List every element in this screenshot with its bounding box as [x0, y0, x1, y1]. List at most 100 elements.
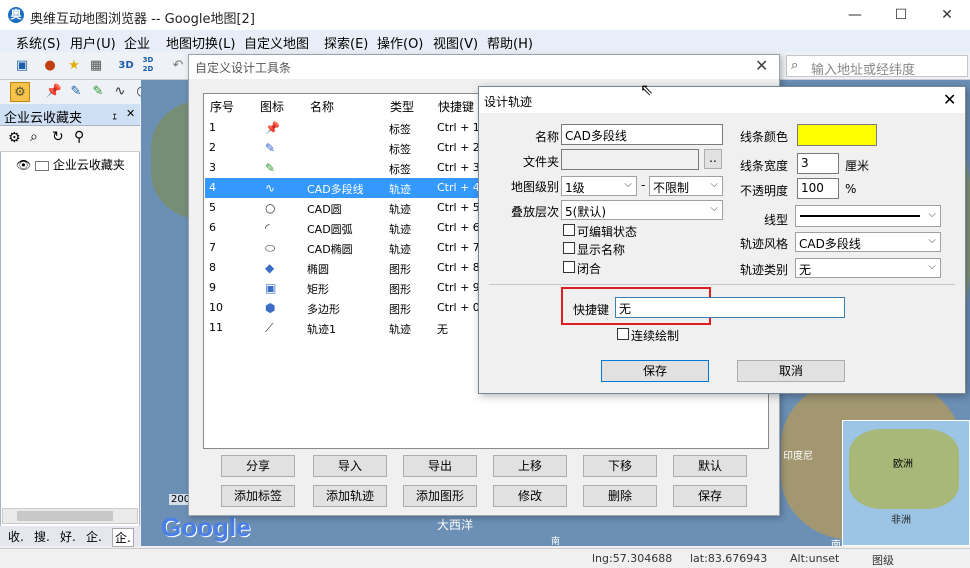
row-name: 轨迹1	[307, 323, 336, 336]
add-track-button[interactable]: 添加轨迹	[313, 485, 387, 507]
share-button[interactable]: 分享	[221, 455, 295, 477]
move-up-button[interactable]: 上移	[493, 455, 567, 477]
menu-user[interactable]: 用户(U)	[70, 33, 116, 52]
pin-yellow-icon[interactable]: 📌	[44, 82, 64, 102]
menu-map-switch[interactable]: 地图切换(L)	[166, 33, 235, 52]
tab-enterprise[interactable]: 企.	[86, 528, 102, 545]
map-label: 印度尼	[783, 451, 813, 462]
menu-custom-map[interactable]: 自定义地图	[244, 33, 309, 52]
editable-label: 可编辑状态	[577, 225, 638, 239]
name-input[interactable]: CAD多段线	[561, 124, 723, 145]
map-label: 大西洋	[437, 518, 474, 532]
layer-label: 叠放层次	[510, 205, 559, 219]
row-name: CAD圆	[307, 203, 342, 216]
left-panel-tools: ⚙ ⌕ ↻ ⚲	[0, 126, 140, 152]
show-name-checkbox[interactable]	[563, 242, 575, 254]
refresh-icon[interactable]: ↻	[52, 129, 64, 145]
search-icon[interactable]: ⌕	[30, 129, 38, 145]
import-button[interactable]: 导入	[313, 455, 387, 477]
polygon-shape-icon: ⬢	[265, 301, 276, 315]
row-no: 6	[209, 221, 216, 234]
opacity-input[interactable]: 100	[797, 178, 839, 199]
row-name: 椭圆	[307, 263, 329, 276]
row-type: 轨迹	[389, 223, 411, 236]
row-shortcut: Ctrl + 1	[437, 121, 480, 134]
minimize-button[interactable]: —	[832, 0, 878, 30]
row-type: 轨迹	[389, 183, 411, 196]
track-category-select[interactable]: 无 ⌵	[795, 258, 941, 278]
star-icon[interactable]: ★	[64, 56, 84, 76]
menu-operate[interactable]: 操作(O)	[377, 33, 423, 52]
design-toolbar-icon[interactable]: ⚙	[10, 82, 30, 102]
shortcut-input[interactable]: 无	[615, 297, 845, 318]
close-dialog-button[interactable]: ✕	[943, 90, 956, 109]
opacity-unit: %	[845, 182, 857, 196]
menu-enterprise[interactable]: 企业	[124, 33, 150, 52]
folder-input[interactable]	[561, 149, 699, 170]
row-shortcut: Ctrl + 7	[437, 241, 480, 254]
settings-icon[interactable]: ⚙	[8, 130, 21, 146]
map-level-max-select[interactable]: 不限制 ⌵	[649, 176, 723, 196]
close-panel-icon[interactable]: ✕	[126, 107, 135, 120]
pin-panel-icon[interactable]: ｪ	[112, 107, 118, 123]
folder-browse-button[interactable]: ..	[704, 149, 722, 169]
row-type: 轨迹	[389, 323, 411, 336]
modify-button[interactable]: 修改	[493, 485, 567, 507]
save-icon[interactable]: ▣	[12, 56, 32, 76]
overview-map[interactable]: 欧洲 印度尼 非洲	[783, 420, 970, 546]
export-button[interactable]: 导出	[403, 455, 477, 477]
move-down-button[interactable]: 下移	[583, 455, 657, 477]
pin-green-icon[interactable]: ✎	[88, 82, 108, 102]
horizontal-scrollbar[interactable]	[2, 508, 138, 524]
save-button[interactable]: 保存	[673, 485, 747, 507]
delete-button[interactable]: 删除	[583, 485, 657, 507]
search-box[interactable]: ⌕ 输入地址或经纬度	[786, 55, 968, 78]
level-separator: -	[641, 178, 646, 192]
menu-view[interactable]: 视图(V)	[433, 33, 478, 52]
row-shortcut: Ctrl + 9	[437, 281, 480, 294]
default-button[interactable]: 默认	[673, 455, 747, 477]
tab-collect[interactable]: 收.	[8, 528, 24, 545]
pin-green-icon: ✎	[265, 161, 276, 175]
layer-select[interactable]: 5(默认) ⌵	[561, 200, 723, 220]
user-icon[interactable]: ●	[40, 56, 60, 76]
tree-item[interactable]: 企业云收藏夹	[53, 158, 125, 172]
title-bar: 奥 奥维互动地图浏览器 -- Google地图[2] — ☐ ✕	[0, 0, 970, 30]
row-type: 图形	[389, 263, 411, 276]
tab-enterprise-cloud[interactable]: 企.	[112, 528, 134, 547]
tab-search[interactable]: 搜.	[34, 528, 50, 545]
line-color-swatch[interactable]	[797, 124, 877, 146]
row-type: 图形	[389, 303, 411, 316]
3d-button[interactable]: 3D	[116, 56, 136, 76]
add-label-button[interactable]: 添加标签	[221, 485, 295, 507]
menu-help[interactable]: 帮助(H)	[487, 33, 533, 52]
eye-icon[interactable]: 👁	[16, 158, 31, 172]
divider	[489, 284, 955, 285]
line-width-input[interactable]: 3	[797, 153, 839, 174]
3d2d-button[interactable]: 3D 2D	[138, 56, 158, 76]
menu-explore[interactable]: 探索(E)	[324, 33, 368, 52]
cancel-button[interactable]: 取消	[737, 360, 845, 382]
save-button[interactable]: 保存	[601, 360, 709, 382]
line-type-select[interactable]: ⌵	[795, 205, 941, 227]
close-dialog-button[interactable]: ✕	[755, 56, 768, 75]
building-icon[interactable]: ▦	[86, 56, 106, 76]
add-shape-button[interactable]: 添加图形	[403, 485, 477, 507]
scroll-thumb[interactable]	[17, 511, 113, 521]
map-level-select[interactable]: 1级 ⌵	[561, 176, 637, 196]
attach-icon[interactable]: ⚲	[74, 129, 84, 145]
tab-friends[interactable]: 好.	[60, 528, 76, 545]
track-style-select[interactable]: CAD多段线 ⌵	[795, 232, 941, 252]
search-input[interactable]: 输入地址或经纬度	[811, 59, 915, 78]
maximize-button[interactable]: ☐	[878, 0, 924, 30]
menu-system[interactable]: 系统(S)	[16, 33, 60, 52]
editable-checkbox[interactable]	[563, 224, 575, 236]
left-panel-title: 企业云收藏夹	[4, 111, 83, 126]
pin-blue-icon[interactable]: ✎	[66, 82, 86, 102]
continuous-draw-checkbox[interactable]	[617, 328, 629, 340]
close-button[interactable]: ✕	[924, 0, 970, 30]
undo-icon[interactable]: ↶	[168, 56, 188, 76]
closed-checkbox[interactable]	[563, 261, 575, 273]
row-name: CAD多段线	[307, 183, 364, 196]
polyline-icon[interactable]: ∿	[110, 82, 130, 102]
